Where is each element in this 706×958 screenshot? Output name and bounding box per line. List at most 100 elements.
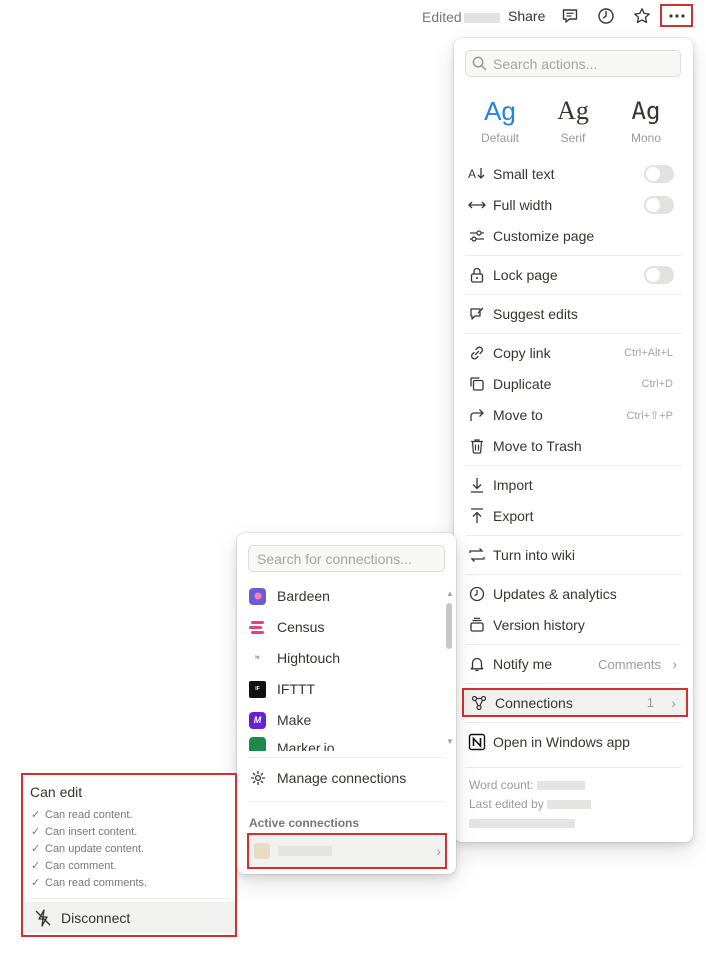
permission-text: Can read comments. bbox=[45, 876, 148, 889]
import-item[interactable]: Import bbox=[462, 471, 685, 499]
scroll-thumb[interactable] bbox=[446, 603, 452, 649]
edited-label: Edited bbox=[422, 9, 462, 25]
share-button[interactable]: Share bbox=[508, 8, 545, 24]
connection-permissions-panel: Can edit ✓ Can read content. ✓ Can insert … bbox=[21, 773, 237, 937]
chevron-right-icon: › bbox=[436, 843, 441, 859]
check-icon: ✓ bbox=[31, 809, 41, 821]
scroll-up-arrow-icon[interactable]: ▲ bbox=[446, 589, 454, 598]
divider bbox=[465, 294, 681, 295]
manage-connections-label: Manage connections bbox=[277, 770, 407, 786]
word-count-label: Word count: bbox=[469, 778, 534, 792]
census-logo-icon bbox=[249, 619, 266, 636]
updates-analytics-item[interactable]: Updates & analytics bbox=[462, 580, 685, 608]
version-history-item[interactable]: Version history bbox=[462, 611, 685, 639]
comment-icon[interactable] bbox=[559, 6, 581, 26]
search-connections-input[interactable]: Search for connections... bbox=[248, 545, 445, 572]
edited-time-redacted bbox=[463, 13, 500, 24]
permission-item: ✓ Can read comments. bbox=[31, 874, 147, 891]
active-connection-logo-redacted bbox=[254, 843, 270, 859]
clock-icon[interactable] bbox=[595, 6, 617, 26]
last-edited-meta: Last edited by bbox=[469, 797, 592, 811]
last-edited-by-redacted bbox=[547, 800, 592, 810]
duplicate-shortcut: Ctrl+D bbox=[641, 378, 673, 390]
clock-icon bbox=[467, 584, 487, 604]
export-icon bbox=[467, 506, 487, 526]
last-edited-date bbox=[469, 816, 575, 830]
font-selector: Ag Default Ag Serif Ag Mono bbox=[465, 94, 681, 145]
font-default-glyph: Ag bbox=[484, 96, 516, 126]
font-serif-option[interactable]: Ag Serif bbox=[538, 94, 608, 145]
full-width-toggle[interactable] bbox=[644, 196, 674, 214]
disconnect-label: Disconnect bbox=[61, 909, 131, 926]
move-to-item[interactable]: Move to Ctrl+⇧+P bbox=[462, 401, 685, 429]
active-connection-name-redacted bbox=[278, 846, 332, 856]
connections-count: 1 bbox=[646, 695, 654, 710]
small-text-toggle[interactable] bbox=[644, 165, 674, 183]
divider bbox=[465, 535, 681, 536]
small-text-item[interactable]: A Small text bbox=[462, 160, 685, 188]
manage-connections-item[interactable]: Manage connections bbox=[245, 764, 440, 792]
connections-item[interactable]: Connections 1 › bbox=[462, 688, 688, 717]
notify-me-item[interactable]: Notify me Comments › bbox=[462, 650, 685, 678]
bell-icon bbox=[467, 654, 487, 674]
suggest-edits-item[interactable]: Suggest edits bbox=[462, 300, 685, 328]
connection-item-ifttt[interactable]: IF IFTTT bbox=[245, 675, 440, 703]
turn-into-wiki-item[interactable]: Turn into wiki bbox=[462, 541, 685, 569]
search-actions-input[interactable]: Search actions... bbox=[465, 50, 681, 77]
move-to-trash-label: Move to Trash bbox=[493, 438, 582, 454]
check-icon: ✓ bbox=[31, 860, 41, 872]
duplicate-item[interactable]: Duplicate Ctrl+D bbox=[462, 370, 685, 398]
divider bbox=[465, 255, 681, 256]
trash-icon bbox=[467, 436, 487, 456]
lock-page-item[interactable]: Lock page bbox=[462, 261, 685, 289]
customize-page-item[interactable]: Customize page bbox=[462, 222, 685, 250]
export-item[interactable]: Export bbox=[462, 502, 685, 530]
check-icon: ✓ bbox=[31, 843, 41, 855]
divider bbox=[248, 801, 445, 802]
connection-item-marker-io[interactable]: Marker.io bbox=[245, 737, 440, 751]
scroll-down-arrow-icon[interactable]: ▼ bbox=[446, 737, 454, 746]
copy-link-item[interactable]: Copy link Ctrl+Alt+L bbox=[462, 339, 685, 367]
last-edited-label: Last edited by bbox=[469, 797, 544, 811]
lock-page-label: Lock page bbox=[493, 267, 558, 283]
divider bbox=[465, 722, 681, 723]
connection-item-bardeen[interactable]: Bardeen bbox=[245, 582, 440, 610]
more-icon bbox=[668, 13, 685, 18]
page-actions-menu: Search actions... Ag Default Ag Serif Ag… bbox=[454, 38, 693, 842]
open-in-app-item[interactable]: Open in Windows app bbox=[462, 728, 685, 756]
connection-name: Make bbox=[277, 712, 312, 728]
notion-logo-icon bbox=[467, 732, 487, 752]
permission-list: ✓ Can read content. ✓ Can insert content. … bbox=[31, 806, 147, 891]
search-icon bbox=[472, 56, 487, 71]
lock-icon bbox=[467, 265, 487, 285]
open-in-app-label: Open in Windows app bbox=[493, 734, 630, 750]
full-width-item[interactable]: Full width bbox=[462, 191, 685, 219]
connection-item-hightouch[interactable]: ht Hightouch bbox=[245, 644, 440, 672]
lock-page-toggle[interactable] bbox=[644, 266, 674, 284]
disconnect-button[interactable]: Disconnect bbox=[25, 902, 235, 933]
copy-link-shortcut: Ctrl+Alt+L bbox=[624, 347, 673, 359]
font-default-option[interactable]: Ag Default bbox=[465, 94, 535, 145]
export-label: Export bbox=[493, 508, 534, 524]
divider bbox=[465, 644, 681, 645]
font-mono-caption: Mono bbox=[630, 131, 662, 145]
connections-scrollbar[interactable]: ▲ ▼ bbox=[445, 589, 454, 747]
move-to-trash-item[interactable]: Move to Trash bbox=[462, 432, 685, 460]
divider bbox=[248, 757, 445, 758]
move-arrow-icon bbox=[467, 405, 487, 425]
chevron-right-icon: › bbox=[671, 694, 676, 711]
move-to-label: Move to bbox=[493, 407, 543, 423]
sliders-icon bbox=[467, 226, 487, 246]
font-mono-option[interactable]: Ag Mono bbox=[611, 94, 681, 145]
connection-item-make[interactable]: M Make bbox=[245, 706, 440, 734]
divider bbox=[465, 333, 681, 334]
star-icon[interactable] bbox=[631, 6, 653, 26]
active-connection-item[interactable]: › bbox=[247, 833, 447, 869]
more-options-button[interactable] bbox=[660, 4, 693, 27]
connection-item-census[interactable]: Census bbox=[245, 613, 440, 641]
suggest-edit-icon bbox=[467, 304, 487, 324]
permission-text: Can insert content. bbox=[45, 825, 138, 838]
font-serif-glyph: Ag bbox=[557, 96, 589, 125]
import-icon bbox=[467, 475, 487, 495]
word-count-meta: Word count: bbox=[469, 778, 585, 792]
